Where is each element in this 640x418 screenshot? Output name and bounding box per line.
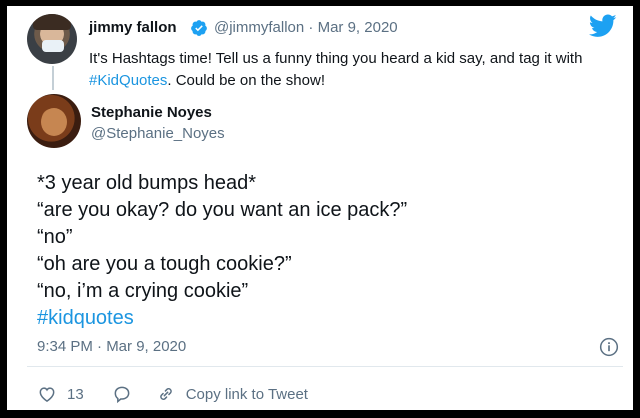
thread-connector-line — [52, 66, 54, 90]
original-author-name[interactable]: jimmy fallon — [89, 19, 177, 36]
reply-bubble-icon — [114, 386, 130, 404]
copy-link-label: Copy link to Tweet — [185, 385, 308, 403]
kidquotes-reply-hashtag-link[interactable]: #kidquotes — [37, 305, 407, 332]
info-icon[interactable] — [599, 337, 619, 357]
actions-divider — [27, 366, 623, 367]
original-tweet-text: It's Hashtags time! Tell us a funny thin… — [89, 48, 609, 92]
verified-badge-icon — [191, 20, 207, 36]
reply-author-handle[interactable]: @Stephanie_Noyes — [91, 125, 225, 142]
reply-timestamp[interactable]: 9:34 PM · Mar 9, 2020 — [37, 338, 186, 355]
original-tweet-text-after: . Could be on the show! — [167, 72, 325, 89]
separator-dot: · — [308, 19, 314, 36]
reply-line-5: “no, i’m a crying cookie” — [37, 280, 249, 302]
original-tweet-date[interactable]: Mar 9, 2020 — [318, 19, 398, 36]
original-tweet-text-before: It's Hashtags time! Tell us a funny thin… — [89, 50, 583, 67]
twitter-bird-icon[interactable] — [589, 14, 617, 38]
kidquotes-hashtag-link[interactable]: #KidQuotes — [89, 72, 167, 89]
original-author-handle[interactable]: @jimmyfallon — [214, 19, 304, 36]
reply-line-3: “no” — [37, 226, 73, 248]
reply-tweet-text: *3 year old bumps head* “are you okay? d… — [37, 170, 407, 332]
like-button[interactable]: 13 — [37, 384, 84, 404]
reply-button[interactable] — [112, 384, 132, 404]
stephanie-noyes-avatar[interactable] — [27, 94, 81, 148]
reply-line-2: “are you okay? do you want an ice pack?” — [37, 199, 408, 221]
reply-author-name[interactable]: Stephanie Noyes — [91, 104, 212, 121]
tweet-actions-bar: 13 Copy link to Tweet — [37, 382, 308, 406]
reply-line-4: “oh are you a tough cookie?” — [37, 253, 292, 275]
heart-icon — [39, 387, 55, 402]
reply-line-1: *3 year old bumps head* — [37, 172, 257, 194]
copy-link-button[interactable]: Copy link to Tweet — [156, 384, 308, 404]
tweet-card: jimmy fallon @jimmyfallon · Mar 9, 2020 … — [7, 6, 633, 410]
link-icon — [159, 388, 172, 400]
like-count: 13 — [67, 385, 84, 403]
jimmy-fallon-avatar[interactable] — [27, 14, 77, 64]
